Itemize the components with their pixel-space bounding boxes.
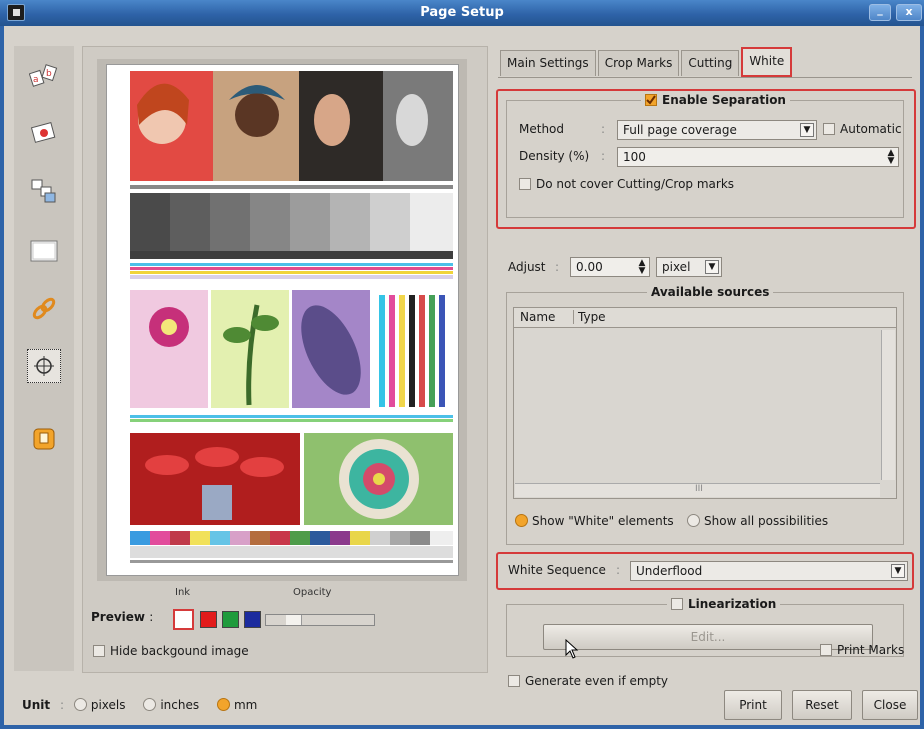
preview-area bbox=[97, 59, 467, 581]
app-icon[interactable] bbox=[7, 4, 25, 21]
tab-white[interactable]: White bbox=[741, 47, 793, 77]
hide-background-option[interactable]: Hide backgound image bbox=[93, 644, 249, 658]
unit-option-mm[interactable]: mm bbox=[216, 698, 257, 712]
automatic-option[interactable]: Automatic bbox=[823, 122, 902, 136]
target-icon[interactable] bbox=[27, 349, 61, 383]
title-bar: Page Setup _ x bbox=[0, 0, 924, 26]
no-cover-marks-option[interactable]: Do not cover Cutting/Crop marks bbox=[519, 177, 734, 191]
stepper-icon[interactable]: ▲ ▼ bbox=[637, 259, 647, 276]
minimize-button[interactable]: _ bbox=[869, 4, 891, 21]
adjust-unit-select[interactable]: pixel ▼ bbox=[656, 257, 722, 277]
unit-mm-radio[interactable] bbox=[216, 698, 230, 711]
unit-option-pixels[interactable]: pixels bbox=[73, 698, 126, 712]
density-field[interactable]: 100 ▲ ▼ bbox=[617, 147, 899, 167]
tab-bar: Main Settings Crop Marks Cutting White bbox=[500, 47, 794, 78]
white-sequence-select[interactable]: Underflood ▼ bbox=[630, 561, 908, 581]
reset-button[interactable]: Reset bbox=[792, 690, 852, 720]
preview-page bbox=[106, 64, 459, 576]
side-toolbar: ab bbox=[14, 46, 74, 671]
close-window-button[interactable]: x bbox=[896, 4, 922, 21]
column-name[interactable]: Name bbox=[516, 310, 574, 324]
window-title: Page Setup bbox=[420, 5, 504, 20]
enable-separation-checkbox[interactable] bbox=[645, 94, 657, 106]
badge-icon[interactable] bbox=[27, 422, 61, 456]
close-button[interactable]: Close bbox=[862, 690, 918, 720]
density-label: Density (%) bbox=[519, 149, 590, 163]
unit-option-inches[interactable]: inches bbox=[143, 698, 199, 712]
svg-text:b: b bbox=[46, 69, 52, 79]
tab-cutting[interactable]: Cutting bbox=[681, 50, 740, 76]
preview-panel: Ink Opacity Preview : Hide backgound ima… bbox=[82, 46, 488, 673]
generate-empty-checkbox[interactable] bbox=[508, 675, 520, 687]
print-marks-checkbox[interactable] bbox=[820, 644, 832, 656]
sources-list-header: Name Type bbox=[514, 308, 896, 328]
tab-main-settings[interactable]: Main Settings bbox=[500, 50, 596, 76]
show-white-radio[interactable] bbox=[515, 514, 528, 527]
layers-icon[interactable] bbox=[27, 174, 61, 208]
unit-pixels-radio[interactable] bbox=[73, 698, 87, 711]
print-marks-option[interactable]: Print Marks bbox=[820, 643, 904, 657]
hide-background-checkbox[interactable] bbox=[93, 645, 105, 657]
text-order-icon[interactable]: ab bbox=[27, 58, 61, 92]
rotate-icon[interactable] bbox=[27, 116, 61, 150]
test-chart-image bbox=[130, 71, 453, 563]
tab-crop-marks[interactable]: Crop Marks bbox=[597, 50, 680, 76]
method-label: Method bbox=[519, 122, 565, 136]
sources-list[interactable]: Name Type III bbox=[513, 307, 897, 499]
column-type[interactable]: Type bbox=[574, 310, 610, 324]
svg-text:a: a bbox=[33, 75, 39, 85]
adjust-field[interactable]: 0.00 ▲ ▼ bbox=[570, 257, 650, 277]
no-cover-marks-checkbox[interactable] bbox=[519, 178, 531, 190]
page-icon[interactable] bbox=[27, 234, 61, 268]
adjust-label: Adjust bbox=[508, 260, 546, 274]
generate-empty-option[interactable]: Generate even if empty bbox=[508, 674, 668, 688]
linearization-checkbox[interactable] bbox=[671, 598, 683, 610]
ink-swatch-red[interactable] bbox=[200, 611, 217, 628]
opacity-label: Opacity bbox=[293, 587, 332, 598]
automatic-checkbox[interactable] bbox=[823, 123, 835, 135]
sources-title: Available sources bbox=[647, 285, 774, 299]
ink-label: Ink bbox=[175, 587, 191, 598]
opacity-slider-handle[interactable] bbox=[286, 615, 302, 625]
chevron-down-icon: ▼ bbox=[800, 123, 814, 137]
chevron-down-icon: ▼ bbox=[891, 564, 905, 578]
show-all-option[interactable]: Show all possibilities bbox=[687, 514, 828, 528]
enable-separation-option[interactable]: Enable Separation bbox=[641, 93, 790, 107]
opacity-slider[interactable] bbox=[265, 614, 375, 626]
white-tab-content: Enable Separation Method : Full page cov… bbox=[496, 77, 916, 688]
show-all-radio[interactable] bbox=[687, 514, 700, 527]
vertical-scrollbar[interactable] bbox=[881, 330, 895, 480]
settings-panel: Main Settings Crop Marks Cutting White E… bbox=[496, 46, 916, 688]
unit-inches-radio[interactable] bbox=[143, 698, 157, 711]
linearization-option[interactable]: Linearization bbox=[667, 597, 781, 611]
ink-swatch-green[interactable] bbox=[222, 611, 239, 628]
method-select[interactable]: Full page coverage ▼ bbox=[617, 120, 817, 140]
link-icon[interactable] bbox=[27, 292, 61, 326]
white-sequence-label: White Sequence bbox=[508, 563, 606, 577]
horizontal-scrollbar[interactable]: III bbox=[515, 483, 880, 497]
show-white-option[interactable]: Show "White" elements bbox=[515, 514, 674, 528]
preview-label: Preview : bbox=[91, 610, 154, 624]
ink-swatch-white[interactable] bbox=[173, 609, 194, 630]
separation-group: Enable Separation Method : Full page cov… bbox=[506, 93, 904, 218]
print-button[interactable]: Print bbox=[724, 690, 782, 720]
unit-label: Unit bbox=[22, 698, 51, 712]
stepper-icon[interactable]: ▲ ▼ bbox=[886, 149, 896, 166]
chevron-down-icon: ▼ bbox=[705, 260, 719, 274]
sources-group: Available sources Name Type III Show "Wh… bbox=[506, 285, 904, 545]
mouse-cursor-icon bbox=[565, 639, 579, 659]
ink-swatch-blue[interactable] bbox=[244, 611, 261, 628]
unit-selector: Unit : pixels inches mm bbox=[22, 698, 258, 712]
